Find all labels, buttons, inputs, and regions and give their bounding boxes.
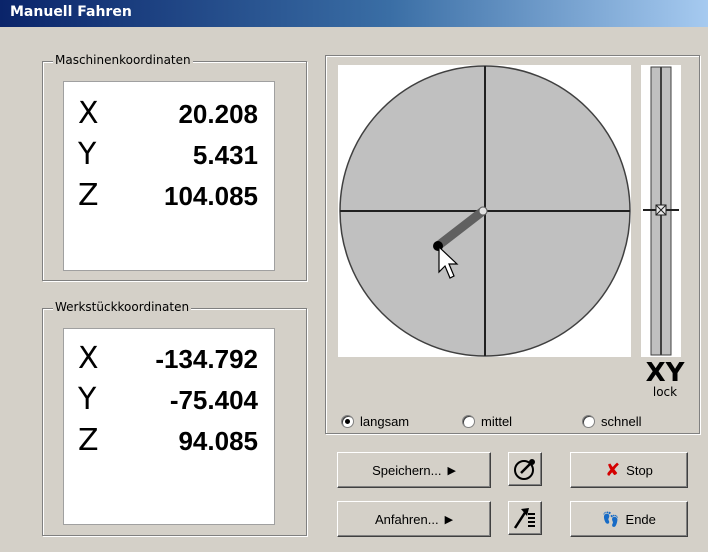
workpiece-z-row: Z 94.085 xyxy=(64,423,274,459)
jog-center-knob xyxy=(478,206,488,216)
stop-button[interactable]: ✘ Stop xyxy=(570,452,688,488)
machine-x-value: 20.208 xyxy=(178,99,258,129)
goto-arrow-icon xyxy=(513,508,535,529)
goto-button[interactable] xyxy=(508,501,542,535)
compass-icon xyxy=(514,459,535,480)
machine-z-label: Z xyxy=(78,178,99,213)
z-jog-slider[interactable] xyxy=(641,65,681,357)
workpiece-x-value: -134.792 xyxy=(155,344,258,374)
machine-y-value: 5.431 xyxy=(192,140,258,170)
workpiece-x-label: X xyxy=(78,341,99,376)
speed-radio-schnell-label: schnell xyxy=(601,414,642,429)
compass-button[interactable] xyxy=(508,452,542,486)
workpiece-coordinates-group: Werkstückkoordinaten X -134.792 Y -75.40… xyxy=(42,300,307,536)
radio-dot-icon[interactable] xyxy=(341,415,354,428)
window-title: Manuell Fahren xyxy=(10,4,132,20)
speed-radio-mittel-label: mittel xyxy=(481,414,513,429)
machine-x-row: X 20.208 xyxy=(64,96,274,132)
machine-coordinates-group: Maschinenkoordinaten X 20.208 Y 5.431 Z … xyxy=(42,53,307,281)
red-x-icon: ✘ xyxy=(605,459,621,481)
workpiece-z-label: Z xyxy=(78,423,99,458)
xy-jog-pad[interactable] xyxy=(338,65,631,357)
machine-y-label: Y xyxy=(78,137,97,172)
workpiece-y-row: Y -75.404 xyxy=(64,382,274,418)
save-button[interactable]: Speichern... ▶ xyxy=(337,452,491,488)
speed-radio-langsam[interactable]: langsam xyxy=(341,414,409,429)
save-button-label: Speichern... xyxy=(372,462,442,478)
machine-y-row: Y 5.431 xyxy=(64,137,274,173)
end-button[interactable]: 👣 Ende xyxy=(570,501,688,537)
menu-arrow-icon: ▶ xyxy=(444,513,454,526)
speed-radio-mittel[interactable]: mittel xyxy=(462,414,512,429)
menu-arrow-icon: ▶ xyxy=(447,464,456,477)
machine-coordinates-legend: Maschinenkoordinaten xyxy=(53,53,193,67)
xy-lock-toggle[interactable]: XY lock xyxy=(641,360,689,398)
speed-radio-langsam-label: langsam xyxy=(360,414,410,429)
speed-radio-schnell[interactable]: schnell xyxy=(582,414,641,429)
workpiece-x-row: X -134.792 xyxy=(64,341,274,377)
workpiece-y-value: -75.404 xyxy=(169,385,258,415)
workpiece-coordinates-legend: Werkstückkoordinaten xyxy=(53,300,192,314)
approach-button[interactable]: Anfahren... ▶ xyxy=(337,501,491,537)
title-bar: Manuell Fahren xyxy=(0,0,708,27)
workpiece-z-value: 94.085 xyxy=(178,426,258,456)
machine-z-row: Z 104.085 xyxy=(64,178,274,214)
footprints-icon: 👣 xyxy=(602,510,620,527)
end-button-label: Ende xyxy=(625,511,656,527)
machine-coordinates-display: X 20.208 Y 5.431 Z 104.085 xyxy=(63,81,275,271)
approach-button-label: Anfahren... xyxy=(374,511,439,527)
machine-x-label: X xyxy=(78,96,99,131)
workpiece-coordinates-display: X -134.792 Y -75.404 Z 94.085 xyxy=(63,328,275,525)
xy-lock-label: XY xyxy=(645,358,685,388)
radio-dot-icon[interactable] xyxy=(462,415,475,428)
machine-z-value: 104.085 xyxy=(164,181,258,211)
radio-dot-icon[interactable] xyxy=(582,415,595,428)
stop-button-label: Stop xyxy=(626,462,653,478)
workpiece-y-label: Y xyxy=(78,382,97,417)
